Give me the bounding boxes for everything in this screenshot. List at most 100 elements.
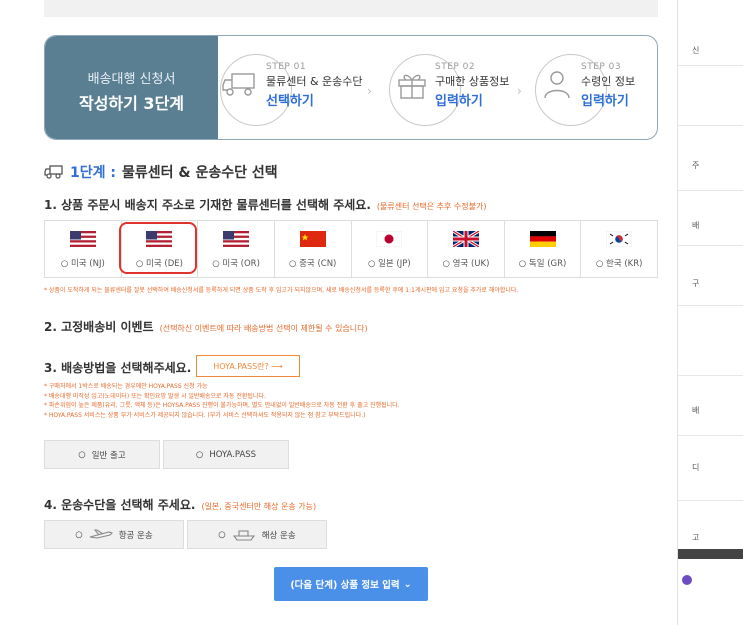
- question-4-note: (일본, 중국센터만 해상 운송 가능): [201, 502, 317, 511]
- de-flag-icon: [529, 231, 556, 247]
- sidebar-item[interactable]: 배: [692, 405, 699, 416]
- gift-box-icon: [398, 74, 426, 99]
- step-1: STEP 01 물류센터 & 운송수단 선택하기: [220, 48, 370, 128]
- section-title-text: 물류센터 & 운송수단 선택: [121, 165, 278, 181]
- center-option-us-nj[interactable]: ○ 미국 (NJ): [45, 221, 122, 277]
- radio-icon: ○: [195, 449, 204, 460]
- ship-icon: [232, 529, 255, 541]
- center-option-cn[interactable]: ○ 중국 (CN): [275, 221, 352, 277]
- next-step-button[interactable]: (다음 단계) 상품 정보 입력 ⌄: [274, 567, 428, 601]
- right-sidebar: 신 주 배 구 배 디 고: [677, 0, 743, 625]
- sidebar-item[interactable]: 배: [692, 220, 699, 231]
- sidebar-divider: [678, 375, 743, 376]
- airplane-icon: [89, 528, 113, 539]
- shipping-warning: * 파손위험이 높은 제품(유리, 그릇, 액체 등)은 HOYSA.PASS …: [44, 402, 400, 409]
- sidebar-badge-icon: [682, 575, 692, 585]
- transport-label: 항공 운송: [118, 530, 153, 541]
- selection-highlight: [119, 222, 197, 274]
- jp-flag-icon: [376, 231, 403, 247]
- sidebar-item[interactable]: 주: [692, 160, 699, 171]
- center-label: ○ 미국 (OR): [212, 259, 260, 269]
- person-icon: [544, 71, 570, 99]
- radio-icon: ○: [75, 529, 83, 540]
- ship-method-hoya-pass[interactable]: ○ HOYA.PASS: [163, 440, 289, 469]
- center-label: ○ 독일 (GR): [518, 259, 567, 269]
- transport-label: 해상 운송: [261, 530, 296, 541]
- step-1-line1: 물류센터 & 운송수단: [266, 75, 363, 88]
- step-1-text: STEP 01 물류센터 & 운송수단 선택하기: [266, 62, 363, 109]
- question-2-label: 2. 고정배송비 이벤트: [44, 320, 154, 334]
- step-2: STEP 02 구매한 상품정보 입력하기: [389, 48, 529, 128]
- hero-title: 작성하기 3단계: [78, 94, 185, 113]
- center-option-jp[interactable]: ○ 일본 (JP): [352, 221, 429, 277]
- ship-method-label: 일반 출고: [91, 450, 126, 461]
- ship-method-normal[interactable]: ○ 일반 출고: [44, 440, 160, 469]
- step-3-text: STEP 03 수령인 정보 입력하기: [581, 62, 635, 109]
- top-bar: [44, 0, 658, 17]
- center-option-kr[interactable]: ○ 한국 (KR): [581, 221, 657, 277]
- cn-flag-icon: [299, 231, 326, 247]
- transport-air[interactable]: ○ 항공 운송: [44, 520, 184, 549]
- question-3: 3. 배송방법을 선택해주세요.: [44, 359, 191, 376]
- sidebar-divider: [678, 435, 743, 436]
- center-option-de[interactable]: ○ 독일 (GR): [505, 221, 582, 277]
- hero-subtitle: 배송대행 신청서: [87, 72, 176, 87]
- ship-method-label: HOYA.PASS: [209, 449, 257, 460]
- question-4-label: 4. 운송수단을 선택해 주세요.: [44, 498, 196, 512]
- step-2-line1: 구매한 상품정보: [435, 75, 510, 88]
- step-1-line2: 선택하기: [266, 94, 314, 109]
- center-label: ○ 일본 (JP): [367, 259, 411, 269]
- center-option-us-or[interactable]: ○ 미국 (OR): [198, 221, 275, 277]
- center-label: ○ 중국 (CN): [288, 259, 337, 269]
- us-flag-icon: [69, 231, 96, 247]
- uk-flag-icon: [452, 231, 479, 247]
- sidebar-divider: [678, 65, 743, 66]
- shipping-warning: * 배송대행 미작성 입고(노데이터) 또는 확인요망 발생 시 일반배송으로 …: [44, 392, 266, 400]
- sidebar-item[interactable]: 구: [692, 278, 699, 289]
- shipping-warning: * HOYA.PASS 서비스는 상품 부가 서비스가 제공되지 않습니다. (…: [44, 411, 366, 419]
- question-2: 2. 고정배송비 이벤트 (선택하신 이벤트에 따라 배송방법 선택이 제한될 수…: [44, 318, 368, 335]
- sidebar-divider: [678, 190, 743, 191]
- sidebar-item[interactable]: 신: [692, 45, 699, 56]
- kr-flag-icon: [606, 231, 633, 247]
- step-3-number: STEP 03: [581, 62, 622, 72]
- section-title: 1단계 : 물류센터 & 운송수단 선택: [44, 162, 278, 182]
- question-1-note: (물류센터 선택은 추후 수정불가): [376, 202, 487, 211]
- sidebar-item[interactable]: 고: [692, 532, 699, 543]
- step-3-line1: 수령인 정보: [581, 75, 636, 88]
- radio-icon: ○: [78, 449, 86, 460]
- center-warning: * 상품이 도착하게 되는 물류센터를 잘못 선택하여 배송신청서를 등록하게 …: [44, 287, 519, 294]
- question-1: 1. 상품 주문시 배송지 주소로 기재한 물류센터를 선택해 주세요. (물류센…: [44, 196, 486, 213]
- next-step-label: (다음 단계) 상품 정보 입력: [290, 580, 400, 591]
- step-3-line2: 입력하기: [581, 94, 629, 109]
- center-label: ○ 영국 (UK): [442, 259, 490, 269]
- center-option-uk[interactable]: ○ 영국 (UK): [428, 221, 505, 277]
- question-1-label: 1. 상품 주문시 배송지 주소로 기재한 물류센터를 선택해 주세요.: [44, 198, 371, 212]
- center-label: ○ 미국 (NJ): [60, 259, 105, 269]
- step-2-text: STEP 02 구매한 상품정보 입력하기: [435, 62, 509, 109]
- step-2-number: STEP 02: [435, 62, 476, 72]
- sidebar-divider: [678, 500, 743, 501]
- step-3: STEP 03 수령인 정보 입력하기: [535, 48, 655, 128]
- question-4: 4. 운송수단을 선택해 주세요. (일본, 중국센터만 해상 운송 가능): [44, 496, 316, 513]
- radio-icon: ○: [218, 529, 226, 540]
- sidebar-item[interactable]: 디: [692, 462, 699, 473]
- chevron-right-icon: ›: [367, 84, 372, 98]
- chevron-down-icon: ⌄: [403, 578, 412, 590]
- shipping-warnings: * 구매처에서 1박스로 배송되는 경우에만 HOYA.PASS 신청 가능 *…: [44, 382, 400, 420]
- step-2-line2: 입력하기: [435, 94, 483, 109]
- transport-sea[interactable]: ○ 해상 운송: [187, 520, 327, 549]
- question-3-label: 3. 배송방법을 선택해주세요.: [44, 361, 192, 375]
- step-header: 배송대행 신청서 작성하기 3단계 STEP 01 물류센터 & 운송수단 선택…: [44, 35, 658, 140]
- shipping-warning: * 구매처에서 1박스로 배송되는 경우에만 HOYA.PASS 신청 가능: [44, 383, 208, 390]
- center-label: ○ 한국 (KR): [595, 259, 643, 269]
- hoya-pass-info-button[interactable]: HOYA.PASS란? ⟶: [196, 355, 300, 377]
- sidebar-divider: [678, 245, 743, 246]
- chevron-right-icon: ›: [517, 84, 522, 98]
- step-1-number: STEP 01: [266, 62, 307, 72]
- sidebar-dark-bar: [678, 549, 743, 559]
- sidebar-divider: [678, 305, 743, 306]
- question-2-note: (선택하신 이벤트에 따라 배송방법 선택이 제한될 수 있습니다): [159, 324, 368, 333]
- section-step-prefix: 1단계 :: [70, 165, 116, 181]
- sidebar-divider: [678, 125, 743, 126]
